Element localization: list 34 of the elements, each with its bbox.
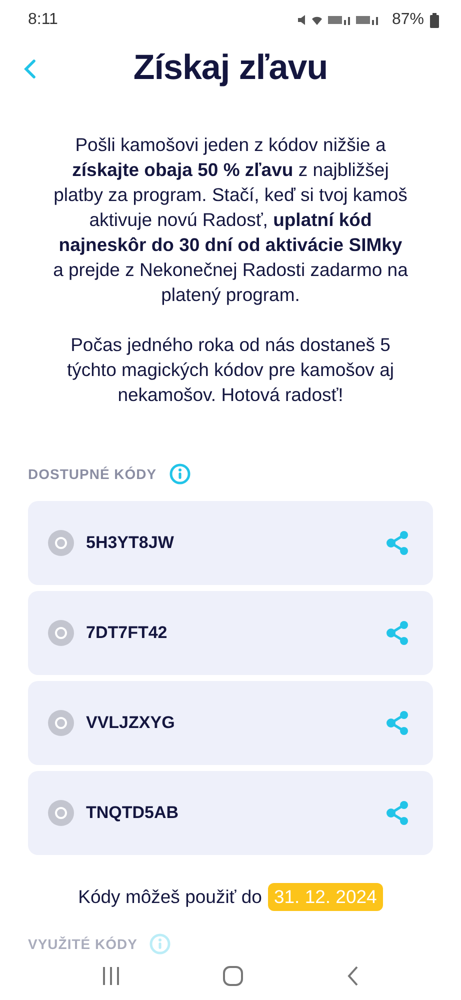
radio-button[interactable] xyxy=(48,710,74,736)
share-button[interactable] xyxy=(385,710,409,736)
section-label: DOSTUPNÉ KÓDY xyxy=(28,466,157,482)
validity-text: Kódy môžeš použiť do xyxy=(78,886,262,908)
info-icon[interactable] xyxy=(168,463,191,485)
code-card[interactable]: 5H3YT8JW xyxy=(28,501,433,585)
intro-paragraph: Počas jedného roka od nás dostaneš 5 týchto magických kódov pre kamošov aj nekamošov. Hotová radosť! xyxy=(66,333,395,407)
battery-level: 87% xyxy=(392,11,424,29)
battery-icon xyxy=(430,12,439,28)
radio-button[interactable] xyxy=(48,800,74,826)
intro-paragraph: Pošli kamošovi jeden z kódov nižšie a získajte obaja 50 % zľavu z najbližšej platby za program. Stačí, keď si tvoj kamoš aktivuje novú Radosť, uplatní kód najneskôr do 30 dní od aktivácie SIMky a prejde z Nekonečnej Radosti zadarmo na platený program. xyxy=(52,133,409,307)
discount-code: VVLJZXYG xyxy=(86,713,176,733)
radio-button[interactable] xyxy=(48,620,74,646)
discount-code: 7DT7FT42 xyxy=(86,623,168,643)
chevron-left-icon xyxy=(22,58,38,80)
code-card[interactable]: TNQTD5AB xyxy=(28,771,433,855)
section-label: VYUŽITÉ KÓDY xyxy=(28,936,138,952)
share-icon xyxy=(385,800,409,826)
status-time: 8:11 xyxy=(28,11,58,29)
share-button[interactable] xyxy=(385,620,409,646)
code-card[interactable]: VVLJZXYG xyxy=(28,681,433,765)
expiry-date: 31. 12. 2024 xyxy=(268,883,383,911)
discount-code: TNQTD5AB xyxy=(86,803,180,823)
share-button[interactable] xyxy=(385,530,409,556)
share-button[interactable] xyxy=(385,800,409,826)
radio-button[interactable] xyxy=(48,530,74,556)
page-title: Získaj zľavu xyxy=(133,48,328,88)
code-card[interactable]: 7DT7FT42 xyxy=(28,591,433,675)
share-icon xyxy=(385,530,409,556)
share-icon xyxy=(385,710,409,736)
discount-code: 5H3YT8JW xyxy=(86,533,175,553)
share-icon xyxy=(385,620,409,646)
home-button[interactable] xyxy=(222,965,244,987)
home-icon xyxy=(222,965,244,987)
